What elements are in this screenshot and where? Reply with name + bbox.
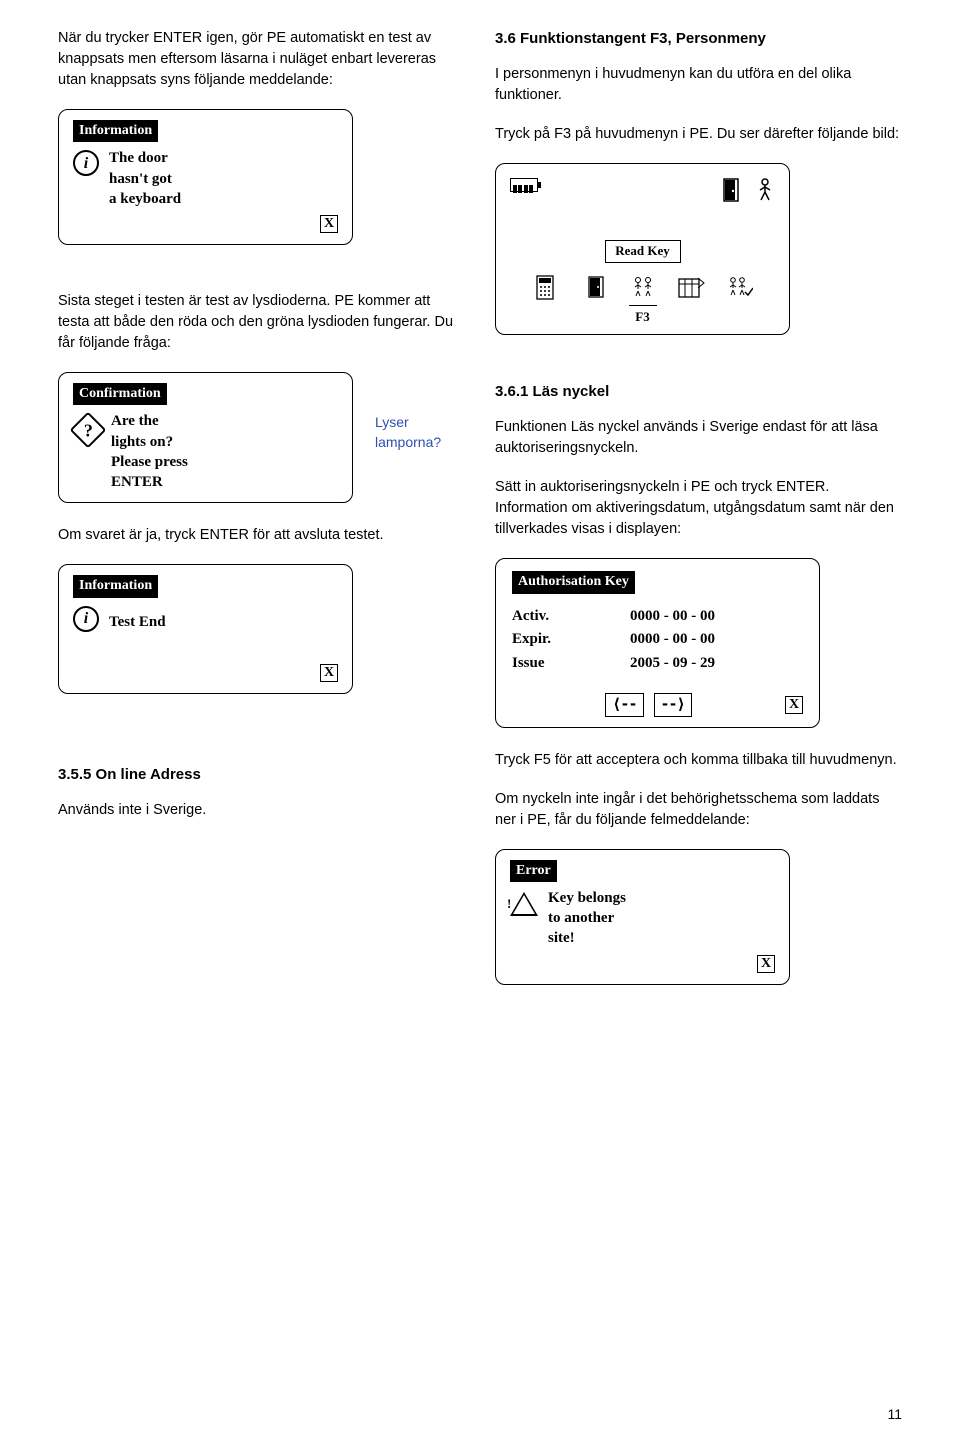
door-icon bbox=[721, 178, 741, 204]
f3-label: F3 bbox=[510, 308, 775, 327]
auth-row-issue: Issue 2005 - 09 - 29 bbox=[512, 653, 803, 675]
auth-value: 0000 - 00 - 00 bbox=[630, 606, 715, 628]
auth-label: Activ. bbox=[512, 606, 572, 628]
two-column-layout: När du trycker ENTER igen, gör PE automa… bbox=[58, 28, 902, 1007]
para-355: Används inte i Sverige. bbox=[58, 800, 465, 821]
para-intro-keypad: När du trycker ENTER igen, gör PE automa… bbox=[58, 28, 465, 91]
arrow-right-icon: --⟩ bbox=[654, 693, 692, 717]
line: Key belongs bbox=[548, 888, 626, 908]
para-36b: Tryck på F3 på huvudmenyn i PE. Du ser d… bbox=[495, 124, 902, 145]
screen-title: Information bbox=[73, 120, 158, 142]
auth-value: 0000 - 00 - 00 bbox=[630, 629, 715, 651]
auth-row-expir: Expir. 0000 - 00 - 00 bbox=[512, 629, 803, 651]
screen-auth-key: Authorisation Key Activ. 0000 - 00 - 00 … bbox=[495, 558, 820, 727]
info-icon: i bbox=[73, 606, 99, 632]
close-icon: X bbox=[320, 664, 338, 682]
close-icon: X bbox=[757, 955, 775, 973]
annotation-lyser: Lyser lamporna? bbox=[375, 412, 441, 453]
nav-arrows: ⟨-- --⟩ bbox=[605, 693, 691, 717]
question-icon: ? bbox=[70, 412, 107, 449]
heading-355: 3.5.5 On line Adress bbox=[58, 764, 465, 786]
door-small-icon bbox=[581, 275, 609, 301]
annotation-line: Lyser bbox=[375, 412, 441, 432]
screen-confirmation: Confirmation ? Are the lights on? Please… bbox=[58, 372, 353, 503]
heading-361: 3.6.1 Läs nyckel bbox=[495, 381, 902, 403]
line: site! bbox=[548, 928, 626, 948]
screen-title: Confirmation bbox=[73, 383, 167, 405]
confirm-with-annotation: Confirmation ? Are the lights on? Please… bbox=[58, 372, 465, 503]
screen-body: i Test End bbox=[73, 604, 338, 658]
line: a keyboard bbox=[109, 189, 181, 209]
screen-info-testend: Information i Test End X bbox=[58, 564, 353, 693]
screen-lines: Are the lights on? Please press ENTER bbox=[111, 411, 188, 492]
para-f5: Tryck F5 för att acceptera och komma til… bbox=[495, 750, 902, 771]
screen-title: Error bbox=[510, 860, 557, 882]
rk-f3-row bbox=[510, 305, 775, 306]
close-icon: X bbox=[320, 215, 338, 233]
screen-error: Error ! Key belongs to another site! X bbox=[495, 849, 790, 985]
screen-body: ! Key belongs to another site! bbox=[510, 888, 775, 949]
arrow-left-icon: ⟨-- bbox=[605, 693, 643, 717]
line: Are the bbox=[111, 411, 188, 431]
right-column: 3.6 Funktionstangent F3, Personmeny I pe… bbox=[495, 28, 902, 1007]
info-icon: i bbox=[73, 150, 99, 176]
annotation-line: lamporna? bbox=[375, 432, 441, 452]
screen-title: Authorisation Key bbox=[512, 571, 635, 593]
line: lights on? bbox=[111, 432, 188, 452]
auth-label: Expir. bbox=[512, 629, 572, 651]
person-icon bbox=[755, 178, 775, 204]
left-column: När du trycker ENTER igen, gör PE automa… bbox=[58, 28, 465, 1007]
screen-lines: The door hasn't got a keyboard bbox=[109, 148, 181, 209]
screen-lines: Test End bbox=[109, 604, 166, 632]
para-err-intro: Om nyckeln inte ingår i det behörighetss… bbox=[495, 789, 902, 831]
para-om-svaret: Om svaret är ja, tryck ENTER för att avs… bbox=[58, 525, 465, 546]
auth-row-activ: Activ. 0000 - 00 - 00 bbox=[512, 606, 803, 628]
para-lysdiod: Sista steget i testen är test av lysdiod… bbox=[58, 291, 465, 354]
screen-info-keyboard: Information i The door hasn't got a keyb… bbox=[58, 109, 353, 245]
battery-icon bbox=[510, 178, 538, 192]
line: The door bbox=[109, 148, 181, 168]
line: ENTER bbox=[111, 472, 188, 492]
page-number: 11 bbox=[887, 1404, 902, 1424]
calculator-icon bbox=[533, 275, 561, 301]
readkey-label: Read Key bbox=[605, 240, 681, 263]
line: Test End bbox=[109, 612, 166, 632]
screen-lines: Key belongs to another site! bbox=[548, 888, 626, 949]
rk-top-right-icons bbox=[721, 178, 775, 204]
line: hasn't got bbox=[109, 169, 181, 189]
auth-label: Issue bbox=[512, 653, 572, 675]
screen-body: ? Are the lights on? Please press ENTER bbox=[73, 411, 338, 492]
screen-body: i The door hasn't got a keyboard bbox=[73, 148, 338, 209]
close-icon: X bbox=[785, 696, 803, 714]
para-361a: Funktionen Läs nyckel används i Sverige … bbox=[495, 417, 902, 459]
warning-icon bbox=[510, 892, 538, 916]
rk-icon-row bbox=[510, 275, 775, 301]
para-36a: I personmenyn i huvudmenyn kan du utföra… bbox=[495, 64, 902, 106]
line: Please press bbox=[111, 452, 188, 472]
screen-close-row: X bbox=[510, 953, 775, 974]
rk-top-row bbox=[510, 178, 775, 204]
screen-close-row: X bbox=[73, 213, 338, 234]
screen-readkey-menu: Read Key bbox=[495, 163, 790, 336]
calendar-icon bbox=[677, 275, 705, 301]
screen-title: Information bbox=[73, 575, 158, 597]
para-361b: Sätt in auktoriseringsnyckeln i PE och t… bbox=[495, 477, 902, 540]
auth-nav-row: ⟨-- --⟩ X bbox=[512, 693, 803, 717]
heading-36: 3.6 Funktionstangent F3, Personmeny bbox=[495, 28, 902, 50]
people-icon bbox=[629, 275, 657, 301]
people-check-icon bbox=[725, 275, 753, 301]
line: to another bbox=[548, 908, 626, 928]
auth-value: 2005 - 09 - 29 bbox=[630, 653, 715, 675]
screen-close-row: X bbox=[73, 662, 338, 683]
